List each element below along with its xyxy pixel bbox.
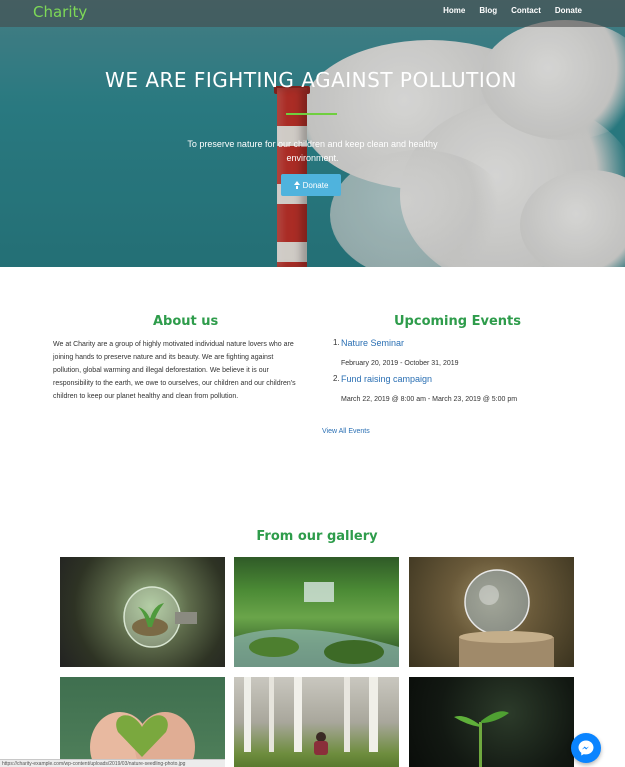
events-title: Upcoming Events	[394, 314, 521, 329]
brand-logo[interactable]: Charity	[33, 3, 87, 21]
nav-home[interactable]: Home	[443, 6, 465, 15]
event-date: March 22, 2019 @ 8:00 am - March 23, 201…	[341, 396, 518, 403]
donate-button-label: Donate	[302, 180, 329, 190]
event-date: February 20, 2019 - October 31, 2019	[341, 360, 459, 367]
nav-blog[interactable]: Blog	[479, 6, 497, 15]
arrow-up-icon	[293, 180, 300, 189]
gallery-image-forest-waterfall[interactable]	[234, 557, 399, 667]
donate-button[interactable]: Donate	[281, 174, 341, 196]
gallery-image-birch-forest[interactable]	[234, 677, 399, 767]
event-link-nature-seminar[interactable]: Nature Seminar	[341, 338, 533, 352]
title-underline	[286, 113, 337, 115]
navbar: Charity Home Blog Contact Donate	[0, 0, 625, 27]
messenger-chat-button[interactable]	[571, 733, 601, 763]
nav-donate[interactable]: Donate	[555, 6, 582, 15]
gallery-image-moss-heart-hands[interactable]	[60, 677, 225, 767]
messenger-icon	[578, 740, 594, 756]
list-item: 1. Nature Seminar February 20, 2019 - Oc…	[333, 338, 533, 370]
browser-status-bar: https://charity-example.com/wp-content/u…	[0, 759, 225, 767]
about-text: We at Charity are a group of highly moti…	[53, 341, 296, 400]
gallery-image-glass-ball[interactable]	[409, 557, 574, 667]
gallery-image-seedling[interactable]	[409, 677, 574, 767]
gallery-image-lightbulb-plant[interactable]	[60, 557, 225, 667]
about-title: About us	[153, 314, 219, 329]
hero-subtitle: To preserve nature for our children and …	[187, 139, 438, 163]
events-list: 1. Nature Seminar February 20, 2019 - Oc…	[333, 338, 533, 410]
hero-title: WE ARE FIGHTING AGAINST POLLUTION	[105, 68, 517, 92]
gallery-title: From our gallery	[256, 529, 378, 544]
page: Charity Home Blog Contact Donate WE ARE …	[0, 0, 625, 767]
nav-contact[interactable]: Contact	[511, 6, 541, 15]
hero-banner: Charity Home Blog Contact Donate WE ARE …	[0, 0, 625, 267]
nav-menu: Home Blog Contact Donate	[443, 6, 582, 15]
event-link-fund-raising[interactable]: Fund raising campaign	[341, 374, 533, 388]
list-item: 2. Fund raising campaign March 22, 2019 …	[333, 374, 533, 406]
view-all-events-link[interactable]: View All Events	[322, 428, 370, 435]
